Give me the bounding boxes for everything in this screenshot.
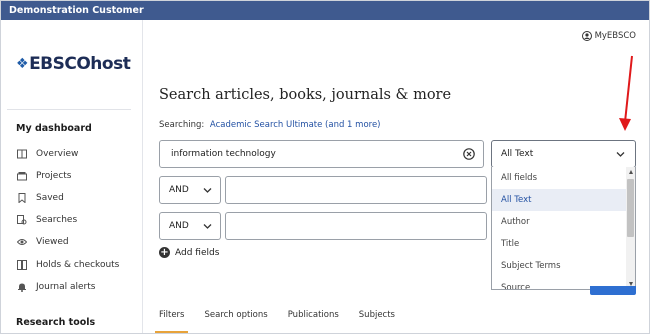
searching-label: Searching:: [159, 120, 205, 130]
search-history-icon: [17, 215, 27, 225]
sidebar-item-holds[interactable]: Holds & checkouts: [17, 258, 119, 272]
sidebar-item-label: Overview: [36, 149, 79, 159]
app-window: Demonstration Customer ❖ EBSCOhost My da…: [0, 0, 650, 334]
sidebar-divider: [7, 109, 131, 110]
operator-select-1[interactable]: AND: [159, 176, 221, 204]
sidebar-item-label: Saved: [36, 193, 64, 203]
sidebar-item-overview[interactable]: Overview: [17, 147, 78, 161]
database-link[interactable]: Academic Search Ultimate (and 1 more): [210, 120, 381, 130]
search-input[interactable]: information technology: [159, 140, 484, 168]
ebsco-logo-icon: ❖: [16, 56, 29, 72]
sidebar-item-viewed[interactable]: Viewed: [17, 235, 69, 249]
field-dropdown-list: All fields All Text Author Title Subject…: [491, 167, 636, 290]
sidebar-item-label: Holds & checkouts: [36, 260, 120, 270]
operator-value: AND: [169, 185, 189, 195]
sidebar-item-label: Viewed: [36, 237, 69, 247]
plus-icon: +: [159, 247, 170, 258]
dashboard-title: My dashboard: [16, 123, 92, 134]
sidebar-item-label: Journal alerts: [36, 282, 96, 292]
dropdown-option-subject-terms[interactable]: Subject Terms: [492, 255, 626, 277]
bookmark-icon: [17, 193, 27, 203]
page-title: Search articles, books, journals & more: [159, 87, 452, 103]
field-select[interactable]: All Text: [491, 140, 636, 168]
dropdown-option-all-fields[interactable]: All fields: [492, 167, 626, 189]
dropdown-option-author[interactable]: Author: [492, 211, 626, 233]
chevron-down-icon: [616, 152, 625, 157]
scroll-up-icon[interactable]: [629, 170, 633, 174]
tab-search-options[interactable]: Search options: [204, 310, 267, 320]
projects-icon: [17, 171, 27, 181]
search-button[interactable]: [590, 286, 636, 295]
dropdown-option-all-text[interactable]: All Text: [492, 189, 626, 211]
sidebar-item-journal-alerts[interactable]: Journal alerts: [17, 280, 95, 294]
search-input-value: information technology: [171, 149, 276, 159]
operator-select-2[interactable]: AND: [159, 212, 221, 240]
ebscohost-logo[interactable]: ❖ EBSCOhost: [16, 54, 131, 74]
main-content: MyEBSCO Search articles, books, journals…: [143, 20, 649, 333]
user-icon: [581, 31, 592, 41]
myebsco-link[interactable]: MyEBSCO: [581, 31, 636, 41]
sidebar-item-saved[interactable]: Saved: [17, 191, 64, 205]
search-tabs: Filters Search options Publications Subj…: [154, 310, 415, 333]
operator-value: AND: [169, 221, 189, 231]
dropdown-scrollbar[interactable]: [626, 167, 635, 289]
tab-subjects[interactable]: Subjects: [359, 310, 395, 320]
field-select-value: All Text: [501, 149, 534, 159]
chevron-down-icon: [203, 188, 212, 193]
logo-text: EBSCOhost: [29, 54, 131, 74]
add-fields-label: Add fields: [175, 247, 220, 258]
eye-icon: [17, 237, 27, 247]
overview-icon: [17, 149, 27, 159]
sidebar-item-projects[interactable]: Projects: [17, 169, 71, 183]
myebsco-label: MyEBSCO: [594, 31, 636, 41]
research-tools-title: Research tools: [16, 317, 96, 328]
bell-icon: [17, 282, 27, 292]
sidebar-item-searches[interactable]: Searches: [17, 213, 77, 227]
clear-icon[interactable]: [463, 148, 475, 160]
search-field-input-2[interactable]: [225, 212, 487, 240]
add-fields-button[interactable]: + Add fields: [159, 247, 219, 258]
sidebar: ❖ EBSCOhost My dashboard Overview Projec…: [1, 20, 143, 333]
chevron-down-icon: [203, 224, 212, 229]
tab-filters[interactable]: Filters: [154, 310, 190, 333]
dropdown-option-title[interactable]: Title: [492, 233, 626, 255]
search-field-input-1[interactable]: [225, 176, 487, 204]
sidebar-item-label: Searches: [36, 215, 78, 225]
customer-bar: Demonstration Customer: [1, 1, 649, 20]
searching-line: Searching: Academic Search Ultimate (and…: [159, 120, 381, 130]
sidebar-item-label: Projects: [36, 171, 72, 181]
tab-publications[interactable]: Publications: [288, 310, 339, 320]
holds-icon: [17, 260, 27, 270]
scrollbar-thumb[interactable]: [627, 179, 634, 237]
